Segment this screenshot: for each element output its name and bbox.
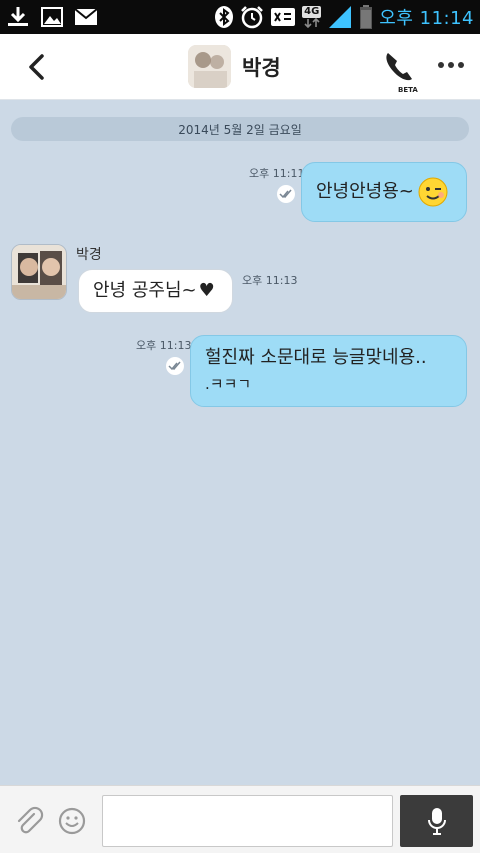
smiley-icon (58, 807, 86, 835)
signal-icon (327, 4, 353, 30)
message-time: 오후 11:13 (242, 274, 298, 287)
message-text: 안녕 공주님~ (93, 280, 197, 301)
microphone-icon (427, 808, 446, 835)
image-icon (40, 6, 64, 28)
battery-icon (359, 4, 373, 30)
more-dot-icon (448, 62, 454, 68)
back-button[interactable] (22, 52, 52, 82)
emoticon-button[interactable] (57, 806, 87, 836)
mail-icon (74, 6, 98, 28)
message-text: 안녕안녕용~ (316, 181, 414, 202)
message-bubble-incoming[interactable]: 안녕 공주님~ ♥ (78, 269, 233, 313)
attach-button[interactable] (14, 806, 44, 836)
date-divider: 2014년 5월 2일 금요일 (11, 117, 469, 141)
message-text-line-2: .ㅋㅋㄱ (205, 375, 252, 393)
status-bar: 4G 오후 11:14 (0, 0, 480, 34)
message-bubble-outgoing[interactable]: 안녕안녕용~ (301, 162, 467, 222)
message-text-line-1: 헐진짜 소문대로 능글맞네용.. (205, 347, 427, 368)
contact-name: 박경 (242, 56, 281, 80)
sender-name: 박경 (76, 247, 102, 263)
network-type-badge: 4G (302, 6, 322, 28)
profile-photo (12, 245, 66, 299)
double-check-icon (166, 357, 184, 375)
alarm-icon (240, 5, 264, 29)
voice-call-button[interactable] (382, 49, 420, 85)
wink-emoticon-icon (418, 177, 448, 207)
more-dot-icon (458, 62, 464, 68)
chevron-left-icon (29, 54, 44, 80)
data-off-icon (270, 5, 296, 29)
chat-header: 박경 BETA (0, 34, 480, 100)
more-dot-icon (438, 62, 444, 68)
message-input-bar (0, 785, 480, 853)
paperclip-icon (17, 806, 44, 834)
contact-avatar[interactable] (188, 45, 231, 88)
message-time: 오후 11:11 (249, 167, 305, 180)
status-time: 오후 11:14 (379, 8, 474, 29)
more-options-button[interactable] (438, 62, 464, 68)
call-beta-badge: BETA (398, 86, 418, 94)
sender-avatar[interactable] (11, 244, 67, 300)
bluetooth-icon (214, 5, 234, 29)
voice-record-button[interactable] (400, 795, 473, 847)
phone-icon (386, 53, 412, 81)
network-type: 4G (302, 6, 322, 18)
double-check-icon (277, 185, 295, 203)
message-time: 오후 11:13 (136, 339, 192, 352)
heart-symbol: ♥ (198, 280, 215, 301)
message-bubble-outgoing[interactable]: 헐진짜 소문대로 능글맞네용.. .ㅋㅋㄱ (190, 335, 467, 407)
download-icon (6, 6, 30, 28)
profile-photo (188, 45, 231, 88)
message-input[interactable] (102, 795, 393, 847)
